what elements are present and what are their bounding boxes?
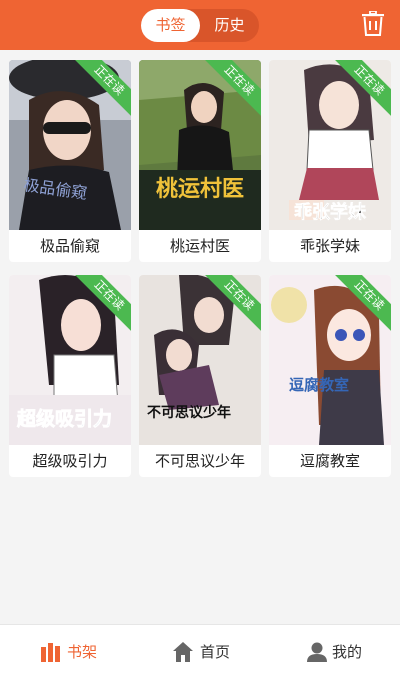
tab-bookmarks[interactable]: 书签	[141, 9, 200, 42]
book-title: 桃运村医	[169, 237, 230, 255]
trash-icon[interactable]	[361, 10, 385, 37]
tab-label: 书架	[67, 643, 98, 661]
bookshelf-icon	[40, 641, 62, 663]
tab-history[interactable]: 历史	[200, 9, 259, 42]
book-card[interactable]: 不可思议少年 正在读 不可思议少年	[139, 275, 261, 477]
cover-title-text: 逗腐教室	[289, 376, 349, 394]
book-card[interactable]: 极品偷窥 正在读 极品偷窥	[9, 60, 131, 262]
book-card[interactable]: 乖张学妹 正在读 乖张学妹	[269, 60, 391, 262]
user-icon	[306, 641, 328, 663]
book-title: 超级吸引力	[32, 452, 108, 470]
home-icon	[172, 641, 194, 663]
top-bar: 书签 历史	[0, 0, 400, 50]
tab-bookshelf[interactable]: 书架	[0, 625, 133, 679]
book-card[interactable]: 逗腐教室 正在读 逗腐教室	[269, 275, 391, 477]
book-title: 不可思议少年	[154, 452, 245, 470]
tab-label: 我的	[332, 643, 363, 661]
tab-home[interactable]: 首页	[133, 625, 266, 679]
book-title: 乖张学妹	[299, 237, 360, 255]
tab-label: 首页	[200, 643, 231, 661]
book-title: 极品偷窥	[39, 237, 100, 255]
cover-title-text: 乖张学妹	[294, 201, 367, 223]
book-title: 逗腐教室	[299, 452, 360, 470]
cover-title-text: 桃运村医	[156, 177, 244, 202]
book-card[interactable]: 超级吸引力 正在读 超级吸引力	[9, 275, 131, 477]
segmented-control: 书签 历史	[141, 9, 259, 42]
book-card[interactable]: 桃运村医 正在读 桃运村医	[139, 60, 261, 262]
cover-title-text: 不可思议少年	[147, 404, 231, 421]
bottom-tab-bar: 书架 首页 我的	[0, 624, 400, 679]
tab-mine[interactable]: 我的	[266, 625, 399, 679]
cover-title-text: 超级吸引力	[16, 407, 112, 430]
